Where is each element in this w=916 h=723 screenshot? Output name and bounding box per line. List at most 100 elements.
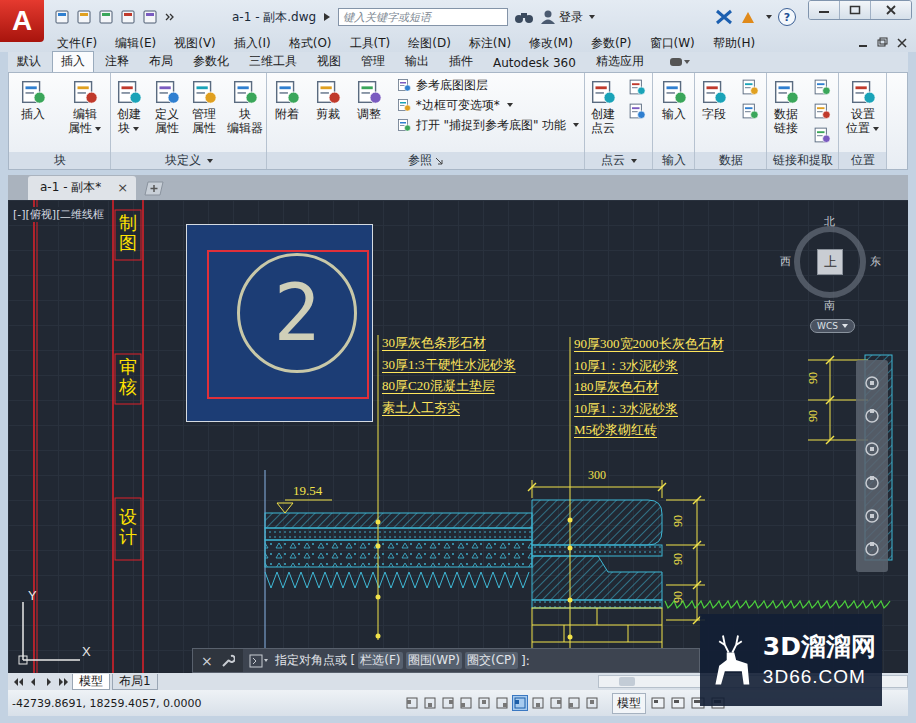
drafting-toggle[interactable] — [440, 695, 456, 711]
ribbon-group-title[interactable]: 点云 — [585, 152, 652, 169]
new-tab-icon[interactable] — [142, 180, 166, 196]
menu-item[interactable]: 帮助(H) — [704, 35, 764, 52]
document-window-controls-icon[interactable] — [856, 37, 910, 49]
drafting-toggle[interactable] — [404, 695, 420, 711]
ribbon-tab[interactable]: 参数化 — [184, 51, 238, 72]
drafting-toggle[interactable] — [548, 695, 564, 711]
drafting-toggle[interactable] — [566, 695, 582, 711]
ribbon-options-icon[interactable] — [669, 56, 691, 68]
exchange-x-icon[interactable] — [715, 9, 733, 25]
dialog-launcher-icon[interactable] — [435, 157, 443, 165]
ribbon-tab[interactable]: 布局 — [140, 51, 182, 72]
menu-item[interactable]: 插入(I) — [225, 35, 280, 52]
ribbon-button[interactable]: 定义属性 — [152, 77, 182, 135]
ribbon-tab[interactable]: 插件 — [440, 51, 482, 72]
ribbon-button[interactable]: 管理属性 — [189, 77, 219, 135]
command-prompt-icon[interactable] — [249, 654, 269, 668]
model-space-button[interactable]: 模型 — [612, 693, 646, 714]
ribbon-group-title[interactable]: 块定义 — [111, 152, 266, 169]
ribbon-tab[interactable]: 视图 — [308, 51, 350, 72]
compass-west[interactable]: 西 — [780, 256, 791, 268]
ribbon-button[interactable]: 块编辑器 — [227, 77, 263, 135]
command-line[interactable]: × 指定对角点或 [ 栏选(F)圈围(WP)圈交(CP) ]: — [192, 648, 700, 673]
ribbon-group-title[interactable]: 块 — [9, 152, 110, 169]
dropdown-arrow-icon[interactable] — [207, 159, 213, 163]
command-close-button[interactable]: × — [201, 653, 213, 669]
quick-tool-icon[interactable] — [142, 9, 158, 25]
menu-item[interactable]: 工具(T) — [341, 35, 400, 52]
ribbon-button[interactable]: 设置位置 — [846, 77, 879, 135]
status-tool-icon[interactable] — [670, 695, 686, 711]
ribbon-tab[interactable]: 管理 — [352, 51, 394, 72]
ribbon-group-title[interactable]: 数据 — [695, 152, 766, 169]
dropdown-arrow-icon[interactable] — [573, 123, 579, 127]
command-option[interactable]: 圈交(CP) — [465, 652, 518, 669]
ribbon-icon-button[interactable] — [812, 101, 834, 121]
quick-tool-icon[interactable] — [76, 9, 92, 25]
ribbon-button[interactable]: 数据链接 — [771, 77, 801, 135]
wrench-icon[interactable] — [221, 654, 235, 668]
ribbon-group-title[interactable]: 位置 — [839, 152, 886, 169]
drafting-toggle[interactable] — [494, 695, 510, 711]
help-button[interactable]: ? — [778, 8, 796, 26]
ribbon-tab[interactable]: 三维工具 — [240, 51, 306, 72]
status-tool-icon[interactable] — [650, 695, 666, 711]
minimize-button[interactable] — [809, 1, 839, 19]
command-option[interactable]: 圈围(WP) — [406, 652, 462, 669]
ribbon-tab[interactable]: 精选应用 — [587, 51, 653, 72]
drafting-toggle[interactable] — [512, 695, 528, 711]
dropdown-arrow-icon[interactable] — [873, 127, 879, 131]
navigation-tool-icon[interactable] — [862, 473, 882, 493]
dropdown-arrow-icon[interactable] — [631, 159, 637, 163]
ribbon-icon-button[interactable] — [812, 77, 834, 97]
ribbon-button[interactable]: 剪裁 — [313, 77, 343, 121]
ribbon-icon-button[interactable] — [812, 125, 834, 145]
binoculars-icon[interactable] — [514, 9, 534, 25]
ribbon-tab[interactable]: Autodesk 360 — [484, 54, 585, 72]
ribbon-group-title[interactable]: 参照 — [267, 152, 584, 169]
ribbon-group-title[interactable]: 链接和提取 — [767, 152, 838, 169]
dropdown-arrow-icon[interactable] — [766, 15, 772, 19]
dropdown-arrow-icon[interactable] — [589, 15, 595, 19]
navigation-tool-icon[interactable] — [862, 506, 882, 526]
command-option[interactable]: 栏选(F) — [358, 652, 402, 669]
quick-tool-icon[interactable] — [120, 9, 136, 25]
menu-item[interactable]: 视图(V) — [165, 35, 225, 52]
menu-item[interactable]: 文件(F) — [48, 35, 106, 52]
navigation-tool-icon[interactable] — [862, 539, 882, 559]
viewcube[interactable]: 北 南 西 东 上 — [786, 216, 876, 312]
navigation-tool-icon[interactable] — [862, 406, 882, 426]
menu-item[interactable]: 参数(P) — [582, 35, 641, 52]
ribbon-icon-button[interactable] — [740, 101, 762, 121]
ribbon-button[interactable]: 附着 — [272, 77, 302, 121]
menu-item[interactable]: 修改(M) — [520, 35, 582, 52]
dropdown-arrow-icon[interactable] — [507, 103, 513, 107]
layout-tab[interactable]: 布局1 — [112, 674, 158, 690]
tab-navigation-arrows-icon[interactable] — [12, 676, 70, 688]
expand-arrow-icon[interactable] — [322, 11, 332, 23]
compass-south[interactable]: 南 — [824, 300, 835, 312]
drawing-canvas[interactable]: [-][俯视][二维线框 制图审核设计 2 30厚灰色条形石材30厚1:3干硬性… — [8, 200, 908, 673]
apps-icon[interactable] — [739, 9, 757, 25]
ribbon-tab[interactable]: 默认 — [8, 51, 50, 72]
ribbon-small-button[interactable]: 打开 "捕捉到参考底图" 功能 — [396, 117, 580, 133]
navigation-tool-icon[interactable] — [862, 373, 882, 393]
document-tab[interactable]: a-1 - 副本* × — [28, 176, 136, 200]
drafting-toggle[interactable] — [422, 695, 438, 711]
ribbon-tab[interactable]: 插入 — [52, 51, 94, 72]
ribbon-button[interactable]: 编辑属性 — [68, 77, 101, 135]
ribbon-icon-button[interactable] — [740, 77, 762, 97]
ribbon-icon-button[interactable] — [627, 77, 649, 97]
ribbon-tab[interactable]: 输出 — [396, 51, 438, 72]
ucs-menu[interactable]: WCS — [810, 319, 855, 333]
menu-item[interactable]: 绘图(D) — [399, 35, 460, 52]
close-button[interactable] — [870, 1, 911, 19]
quick-tool-icon[interactable] — [54, 9, 70, 25]
dropdown-arrow-icon[interactable] — [95, 127, 101, 131]
quick-tool-icon[interactable] — [98, 9, 114, 25]
search-field[interactable] — [338, 8, 508, 26]
dropdown-arrow-icon[interactable] — [133, 127, 139, 131]
ribbon-button[interactable]: 字段 — [699, 77, 729, 121]
ribbon-button[interactable]: 输入 — [659, 77, 689, 121]
menu-item[interactable]: 编辑(E) — [106, 35, 165, 52]
